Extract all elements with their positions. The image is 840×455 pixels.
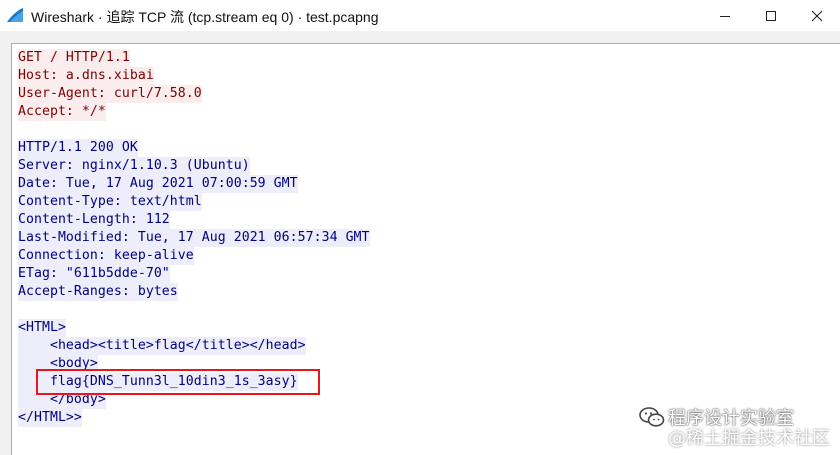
client-line: Host: a.dns.xibai [18,67,154,85]
server-line: Accept-Ranges: bytes [18,283,178,301]
server-line: Date: Tue, 17 Aug 2021 07:00:59 GMT [18,175,298,193]
server-line: Server: nginx/1.10.3 (Ubuntu) [18,157,250,175]
minimize-button[interactable] [702,0,748,31]
server-line: </HTML>> [18,409,82,427]
maximize-button[interactable] [748,0,794,31]
server-line: Content-Length: 112 [18,211,170,229]
server-line: <head><title>flag</title></head> [18,337,306,355]
close-button[interactable] [794,0,840,31]
title-bar: Wireshark · 追踪 TCP 流 (tcp.stream eq 0) ·… [0,0,840,32]
server-line: Content-Type: text/html [18,193,202,211]
server-line: ETag: "611b5dde-70" [18,265,170,283]
watermark-subtitle: @稀土掘金技术社区 [668,428,830,449]
close-icon [811,10,823,21]
client-line: GET / HTTP/1.1 [18,49,130,67]
wireshark-fin-icon [7,8,23,22]
minimize-icon [720,15,730,17]
flag-highlight-box [36,369,320,395]
server-line: <HTML> [18,319,66,337]
wechat-icon [639,407,665,427]
server-line: Connection: keep-alive [18,247,194,265]
watermark: 程序设计实验室 @稀土掘金技术社区 [636,404,836,450]
server-line: HTTP/1.1 200 OK [18,139,138,157]
window-title: Wireshark · 追踪 TCP 流 (tcp.stream eq 0) ·… [31,9,379,25]
server-line: Last-Modified: Tue, 17 Aug 2021 06:57:34… [18,229,370,247]
client-line: Accept: */* [18,103,106,121]
client-line: User-Agent: curl/7.58.0 [18,85,202,103]
maximize-icon [766,10,776,21]
